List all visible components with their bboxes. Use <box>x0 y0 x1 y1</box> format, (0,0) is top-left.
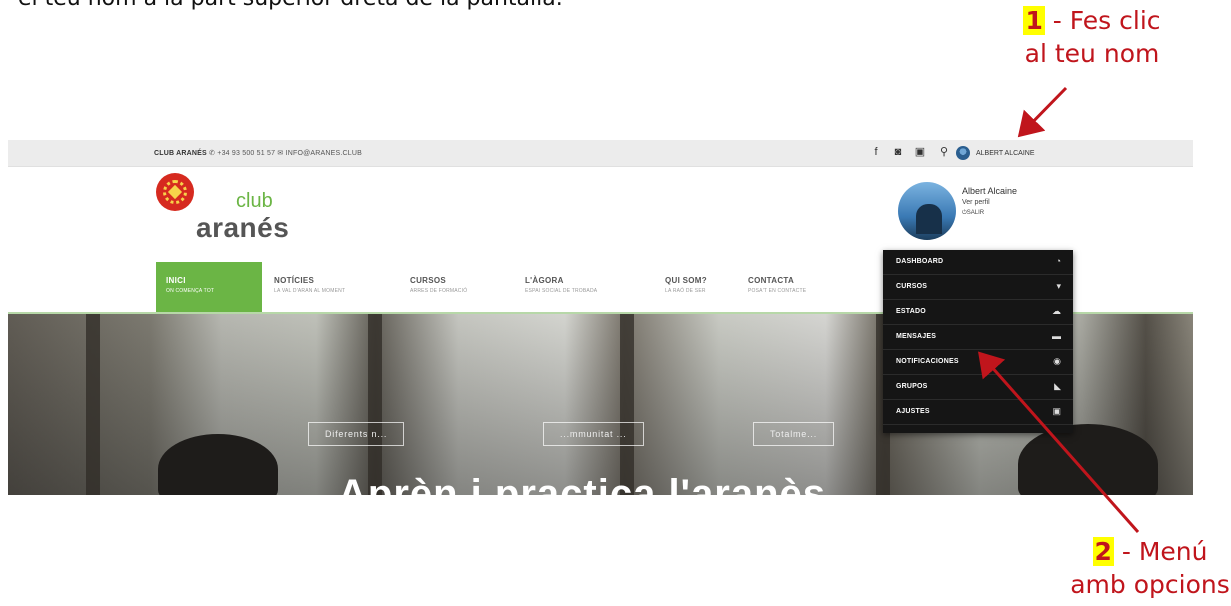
hero-pillar <box>620 314 634 495</box>
callout-1-line1: - Fes clic <box>1044 6 1161 35</box>
user-name-top: ALBERT ALCAINE <box>976 149 1035 157</box>
menu-item-mensajes[interactable]: MENSAJES ▬ <box>883 325 1073 350</box>
profile-avatar[interactable] <box>898 182 956 240</box>
hero-pillar <box>368 314 382 495</box>
instagram-icon[interactable]: ◙ <box>892 146 904 158</box>
callout-2: 2 - Menú amb opcions <box>1070 535 1230 601</box>
profile-name: Albert Alcaine <box>962 186 1018 196</box>
arrow-1 <box>1017 86 1068 138</box>
callout-1: 1 - Fes clic al teu nom <box>992 4 1192 70</box>
menu-item-estado[interactable]: ESTADO ☁ <box>883 300 1073 325</box>
nav-item-noticies[interactable]: NOTÍCIES LA VAL D'ARAN AL MOMENT <box>264 262 394 312</box>
user-avatar-small <box>956 146 970 160</box>
callout-2-line2: amb opcions <box>1070 570 1230 599</box>
courses-icon: ▾ <box>1056 281 1061 291</box>
contact-info: CLUB ARANÉS ✆ +34 93 500 51 57 ✉ INFO@AR… <box>154 149 362 157</box>
email-text[interactable]: INFO@ARANES.CLUB <box>286 150 362 157</box>
hero-person <box>158 434 278 495</box>
top-bar: CLUB ARANÉS ✆ +34 93 500 51 57 ✉ INFO@AR… <box>8 140 1193 167</box>
logo-aranes-text[interactable]: aranés <box>196 212 289 244</box>
hero-pill[interactable]: Totalme... <box>753 422 835 446</box>
brand-text: CLUB ARANÉS <box>154 150 207 157</box>
user-dropdown-menu: DASHBOARD ◔ CURSOS ▾ ESTADO ☁ MENSAJES ▬ NOT… <box>883 250 1073 433</box>
occitan-cross-logo-icon[interactable] <box>156 173 194 211</box>
phone-icon: ✆ <box>209 150 216 157</box>
status-icon: ☁ <box>1052 306 1061 316</box>
email-icon: ✉ <box>277 150 284 157</box>
menu-item-notificaciones[interactable]: NOTIFICACIONES ◉ <box>883 350 1073 375</box>
logo-club-text[interactable]: club <box>236 190 273 213</box>
nav-item-agora[interactable]: L'ÀGORA ESPAI SOCIAL DE TROBADA <box>515 262 650 312</box>
phone-text[interactable]: +34 93 500 51 57 <box>217 150 275 157</box>
callout-2-line1: - Menú <box>1113 537 1208 566</box>
messages-icon: ▬ <box>1052 331 1061 341</box>
menu-item-grupos[interactable]: GRUPOS ◣ <box>883 375 1073 400</box>
hero-pill[interactable]: ...mmunitat ... <box>543 422 644 446</box>
nav-item-contacta[interactable]: CONTACTA POSA'T EN CONTACTE <box>738 262 858 312</box>
dashboard-icon: ◔ <box>1055 256 1061 266</box>
hero-person <box>1018 424 1158 495</box>
website-screenshot: CLUB ARANÉS ✆ +34 93 500 51 57 ✉ INFO@AR… <box>8 140 1193 495</box>
notifications-icon: ◉ <box>1053 356 1061 366</box>
search-icon[interactable]: ⚲ <box>938 146 950 158</box>
hero-pillar <box>86 314 100 495</box>
nav-item-inici[interactable]: INICI ON COMENÇA TOT <box>156 262 262 312</box>
hero-title: Aprèn i practica l'aranès <box>338 472 827 495</box>
callout-1-line2: al teu nom <box>1024 39 1160 68</box>
logout-link[interactable]: ⏻SALIR <box>962 210 984 217</box>
view-profile-link[interactable]: Ver perfil <box>962 199 990 206</box>
menu-item-cursos[interactable]: CURSOS ▾ <box>883 275 1073 300</box>
nav-item-qui-som[interactable]: QUI SOM? LA RAÓ DE SER <box>655 262 735 312</box>
hero-pill[interactable]: Diferents n... <box>308 422 405 446</box>
settings-icon: ▣ <box>1052 406 1061 416</box>
nav-item-cursos[interactable]: CURSOS ARRES DE FORMACIÓ <box>400 262 510 312</box>
callout-1-number: 1 <box>1023 6 1045 35</box>
youtube-icon[interactable]: ▣ <box>914 146 926 158</box>
user-menu-trigger[interactable]: ALBERT ALCAINE <box>956 145 1035 161</box>
facebook-icon[interactable]: f <box>870 146 882 158</box>
menu-item-dashboard[interactable]: DASHBOARD ◔ <box>883 250 1073 275</box>
callout-2-number: 2 <box>1092 537 1114 566</box>
groups-icon: ◣ <box>1054 381 1061 391</box>
menu-item-ajustes[interactable]: AJUSTES ▣ <box>883 400 1073 425</box>
instruction-text: el teu nom a la part superior dreta de l… <box>18 0 563 11</box>
